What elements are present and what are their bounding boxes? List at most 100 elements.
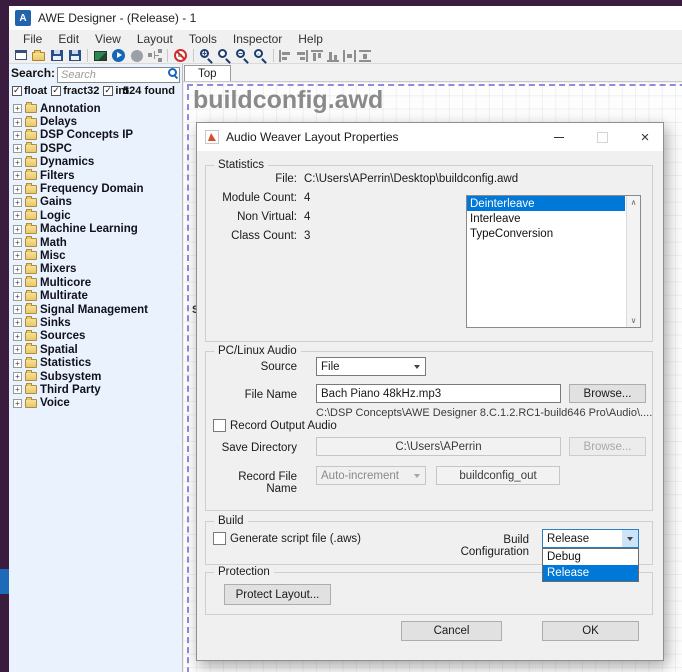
expand-icon[interactable] bbox=[13, 238, 22, 247]
tree-item[interactable]: Voice bbox=[9, 397, 182, 410]
tree-item[interactable]: Spatial bbox=[9, 343, 182, 356]
new-icon[interactable] bbox=[13, 48, 28, 63]
tree-item[interactable]: Math bbox=[9, 236, 182, 249]
save-as-icon[interactable] bbox=[67, 48, 82, 63]
build-configuration-select[interactable]: Release bbox=[542, 529, 639, 548]
align-left-icon[interactable] bbox=[279, 50, 292, 62]
target-icon[interactable] bbox=[93, 48, 108, 63]
menu-item[interactable]: Help bbox=[290, 32, 331, 46]
distribute-horizontal-icon[interactable] bbox=[343, 50, 356, 62]
expand-icon[interactable] bbox=[13, 385, 22, 394]
dropdown-option[interactable]: Debug bbox=[543, 549, 638, 565]
tree-item[interactable]: Misc bbox=[9, 249, 182, 262]
tree-item[interactable]: Filters bbox=[9, 169, 182, 182]
no-connect-icon[interactable] bbox=[173, 48, 188, 63]
tree-item[interactable]: Sources bbox=[9, 330, 182, 343]
chevron-down-icon[interactable] bbox=[409, 358, 425, 375]
play-icon[interactable] bbox=[111, 48, 126, 63]
scroll-down-icon[interactable] bbox=[627, 316, 640, 325]
align-right-icon[interactable] bbox=[295, 50, 308, 62]
menu-item[interactable]: Edit bbox=[50, 32, 87, 46]
menu-item[interactable]: Layout bbox=[129, 32, 181, 46]
expand-icon[interactable] bbox=[13, 171, 22, 180]
file-name-input[interactable]: Bach Piano 48kHz.mp3 bbox=[316, 384, 561, 403]
expand-icon[interactable] bbox=[13, 104, 22, 113]
zoom-in-icon[interactable] bbox=[199, 48, 214, 63]
tree-item[interactable]: Dynamics bbox=[9, 156, 182, 169]
expand-icon[interactable] bbox=[13, 305, 22, 314]
tree-item[interactable]: Logic bbox=[9, 209, 182, 222]
tree-item[interactable]: Third Party bbox=[9, 383, 182, 396]
expand-icon[interactable] bbox=[13, 185, 22, 194]
record-file-name-field[interactable]: buildconfig_out bbox=[436, 466, 560, 485]
expand-icon[interactable] bbox=[13, 158, 22, 167]
checkbox-icon[interactable] bbox=[12, 86, 22, 96]
expand-icon[interactable] bbox=[13, 359, 22, 368]
cancel-button[interactable]: Cancel bbox=[401, 621, 502, 641]
tree-item[interactable]: Machine Learning bbox=[9, 223, 182, 236]
class-list[interactable]: Deinterleave Interleave TypeConversion bbox=[466, 195, 641, 328]
checkbox-icon[interactable] bbox=[213, 419, 226, 432]
close-icon[interactable] bbox=[627, 123, 663, 151]
tree-item[interactable]: Subsystem bbox=[9, 370, 182, 383]
minimize-icon[interactable] bbox=[541, 123, 577, 151]
class-list-item[interactable]: Deinterleave bbox=[467, 196, 625, 211]
expand-icon[interactable] bbox=[13, 131, 22, 140]
type-filter-checkbox[interactable]: float bbox=[12, 85, 47, 97]
expand-icon[interactable] bbox=[13, 332, 22, 341]
expand-icon[interactable] bbox=[13, 345, 22, 354]
generate-script-checkbox[interactable]: Generate script file (.aws) bbox=[213, 532, 361, 545]
protect-layout-button[interactable]: Protect Layout... bbox=[224, 584, 331, 605]
expand-icon[interactable] bbox=[13, 372, 22, 381]
tree-item[interactable]: Annotation bbox=[9, 102, 182, 115]
scrollbar[interactable] bbox=[626, 196, 640, 327]
search-icon[interactable] bbox=[168, 68, 178, 78]
expand-icon[interactable] bbox=[13, 198, 22, 207]
tree-item[interactable]: DSPC bbox=[9, 142, 182, 155]
tree-item[interactable]: Delays bbox=[9, 115, 182, 128]
tree-item[interactable]: Sinks bbox=[9, 316, 182, 329]
checkbox-icon[interactable] bbox=[213, 532, 226, 545]
scroll-up-icon[interactable] bbox=[627, 198, 640, 207]
zoom-out-icon[interactable] bbox=[235, 48, 250, 63]
class-list-item[interactable]: TypeConversion bbox=[467, 226, 625, 241]
checkbox-icon[interactable] bbox=[51, 86, 61, 96]
tree-item[interactable]: Signal Management bbox=[9, 303, 182, 316]
save-icon[interactable] bbox=[49, 48, 64, 63]
menu-item[interactable]: View bbox=[87, 32, 129, 46]
expand-icon[interactable] bbox=[13, 318, 22, 327]
expand-icon[interactable] bbox=[13, 211, 22, 220]
ok-button[interactable]: OK bbox=[542, 621, 639, 641]
expand-icon[interactable] bbox=[13, 251, 22, 260]
zoom-fit-icon[interactable] bbox=[253, 48, 268, 63]
expand-icon[interactable] bbox=[13, 399, 22, 408]
menu-item[interactable]: Tools bbox=[181, 32, 225, 46]
class-list-item[interactable]: Interleave bbox=[467, 211, 625, 226]
tree-item[interactable]: DSP Concepts IP bbox=[9, 129, 182, 142]
browse-button[interactable]: Browse... bbox=[569, 384, 646, 403]
align-top-icon[interactable] bbox=[311, 50, 324, 62]
expand-icon[interactable] bbox=[13, 118, 22, 127]
zoom-selection-icon[interactable] bbox=[217, 48, 232, 63]
tree-item[interactable]: Frequency Domain bbox=[9, 182, 182, 195]
chevron-down-icon[interactable] bbox=[622, 530, 638, 547]
expand-icon[interactable] bbox=[13, 265, 22, 274]
checkbox-icon[interactable] bbox=[103, 86, 113, 96]
distribute-vertical-icon[interactable] bbox=[359, 50, 372, 62]
stop-icon[interactable] bbox=[129, 48, 144, 63]
open-icon[interactable] bbox=[31, 48, 46, 63]
tree-item[interactable]: Gains bbox=[9, 196, 182, 209]
hierarchy-icon[interactable] bbox=[147, 48, 162, 63]
expand-icon[interactable] bbox=[13, 292, 22, 301]
record-output-checkbox[interactable]: Record Output Audio bbox=[213, 419, 337, 432]
align-bottom-icon[interactable] bbox=[327, 50, 340, 62]
type-filter-checkbox[interactable]: fract32 bbox=[51, 85, 99, 97]
expand-icon[interactable] bbox=[13, 225, 22, 234]
dropdown-option[interactable]: Release bbox=[543, 565, 638, 581]
tab-top[interactable]: Top bbox=[184, 65, 231, 81]
tree-item[interactable]: Multicore bbox=[9, 276, 182, 289]
source-select[interactable]: File bbox=[316, 357, 426, 376]
search-input[interactable] bbox=[57, 67, 180, 83]
tree-item[interactable]: Mixers bbox=[9, 263, 182, 276]
tree-item[interactable]: Multirate bbox=[9, 289, 182, 302]
